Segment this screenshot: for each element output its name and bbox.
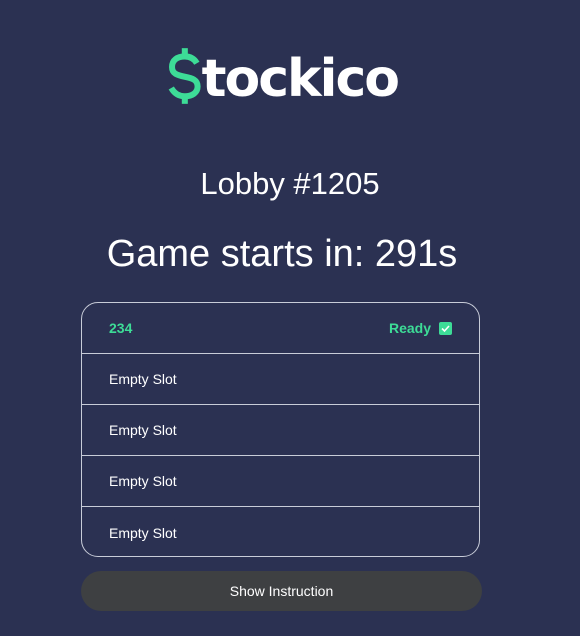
empty-slot: Empty Slot [82,354,479,405]
lobby-page: tockico Lobby #1205 Game starts in: 291s… [0,0,580,636]
ready-label: Ready [388,320,431,336]
slot-label: Empty Slot [109,524,177,541]
empty-slot: Empty Slot [82,405,479,456]
stockico-logo: tockico [166,36,400,116]
empty-slot: Empty Slot [82,507,479,556]
logo-wordmark: tockico [201,49,400,109]
lobby-title: Lobby #1205 [200,166,380,201]
show-instruction-button[interactable]: Show Instruction [81,571,482,611]
player-name: 234 [109,320,133,336]
slot-label: Empty Slot [109,422,177,438]
empty-slot: Empty Slot [82,456,479,507]
slot-label: Empty Slot [109,473,177,489]
ready-status: Ready [389,320,452,336]
player-slot-list: 234 Ready Empty Slot Empty Slot Empty Sl… [81,302,480,557]
checkbox-checked-icon [439,321,452,335]
player-slot: 234 Ready [82,303,479,354]
game-countdown: Game starts in: 291s [106,233,458,275]
slot-label: Empty Slot [109,371,177,387]
dollar-sign-icon [168,48,201,104]
